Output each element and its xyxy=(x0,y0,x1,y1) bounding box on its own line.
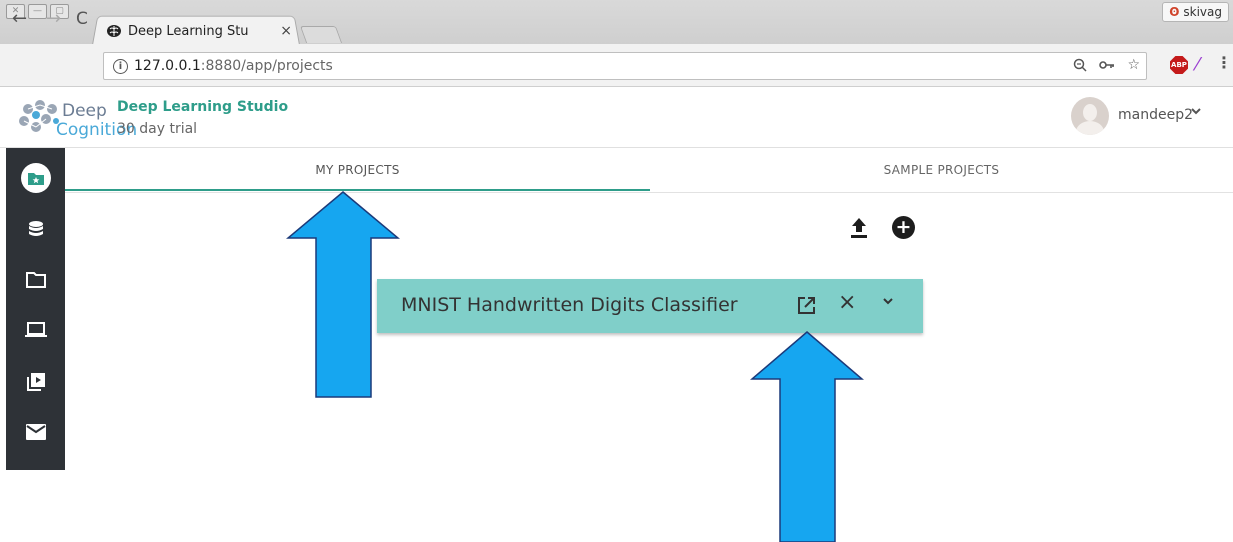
forward-icon[interactable]: → xyxy=(46,8,61,29)
expand-project-icon[interactable] xyxy=(882,295,894,311)
video-library-icon xyxy=(26,373,45,391)
browser-tab-title: Deep Learning Stu xyxy=(128,23,249,39)
browser-menu-icon[interactable]: ⋮ xyxy=(1216,53,1232,72)
upload-icon[interactable] xyxy=(849,217,869,239)
feather-extension-icon[interactable]: ⁄ xyxy=(1196,54,1199,75)
sidebar-item-files[interactable] xyxy=(6,258,65,302)
open-in-new-icon[interactable] xyxy=(797,296,816,315)
app-header xyxy=(0,87,1233,148)
back-icon[interactable]: ← xyxy=(12,8,27,29)
reload-icon[interactable]: C xyxy=(76,9,88,29)
url-host: 127.0.0.1 xyxy=(134,58,201,74)
profile-icon: ʘ xyxy=(1169,5,1180,19)
active-indicator xyxy=(20,163,51,193)
browser-tab-content[interactable]: Deep Learning Stu × xyxy=(106,20,296,42)
database-icon xyxy=(28,221,43,236)
sidebar xyxy=(6,148,65,470)
browser-profile-chip[interactable]: ʘ skivag xyxy=(1162,2,1229,22)
laptop-icon xyxy=(24,322,47,337)
tab-close-icon[interactable]: × xyxy=(280,23,292,39)
user-avatar[interactable] xyxy=(1071,97,1109,135)
window-minimize-button[interactable]: — xyxy=(28,4,47,19)
annotation-arrow-my-projects xyxy=(286,191,400,398)
address-bar-actions: ☆ xyxy=(1073,57,1140,73)
sidebar-item-deployments[interactable] xyxy=(6,360,65,404)
sidebar-item-messages[interactable] xyxy=(6,410,65,454)
url-path: :8880/app/projects xyxy=(200,58,333,74)
delete-project-icon[interactable]: × xyxy=(838,292,856,314)
folder-star-icon xyxy=(27,172,44,185)
chevron-down-icon[interactable] xyxy=(1190,105,1202,121)
mail-icon xyxy=(25,424,46,440)
trial-label: 30 day trial xyxy=(117,121,198,137)
tab-my-projects[interactable]: MY PROJECTS xyxy=(65,148,650,192)
address-bar[interactable]: i 127.0.0.1:8880/app/projects ☆ xyxy=(103,52,1147,80)
project-name[interactable]: MNIST Handwritten Digits Classifier xyxy=(401,294,738,316)
info-icon[interactable]: i xyxy=(113,58,128,74)
folder-icon xyxy=(25,272,46,288)
add-project-button[interactable]: + xyxy=(892,216,915,239)
sidebar-item-datasets[interactable] xyxy=(6,208,65,252)
annotation-arrow-open-project xyxy=(750,331,864,542)
brain-favicon-icon xyxy=(107,25,121,37)
bookmark-star-icon[interactable]: ☆ xyxy=(1127,57,1140,73)
sidebar-item-my-projects[interactable] xyxy=(6,156,65,200)
plus-icon: + xyxy=(895,216,912,238)
profile-name: skivag xyxy=(1183,5,1222,19)
new-tab-button[interactable] xyxy=(299,26,343,43)
username[interactable]: mandeep2 xyxy=(1118,107,1193,123)
logo-word-deep: Deep xyxy=(62,101,107,121)
product-name: Deep Learning Studio xyxy=(117,99,289,115)
zoom-icon[interactable] xyxy=(1073,58,1087,72)
key-icon[interactable] xyxy=(1099,60,1115,70)
tab-sample-projects[interactable]: SAMPLE PROJECTS xyxy=(650,148,1233,192)
sidebar-item-environments[interactable] xyxy=(6,308,65,352)
